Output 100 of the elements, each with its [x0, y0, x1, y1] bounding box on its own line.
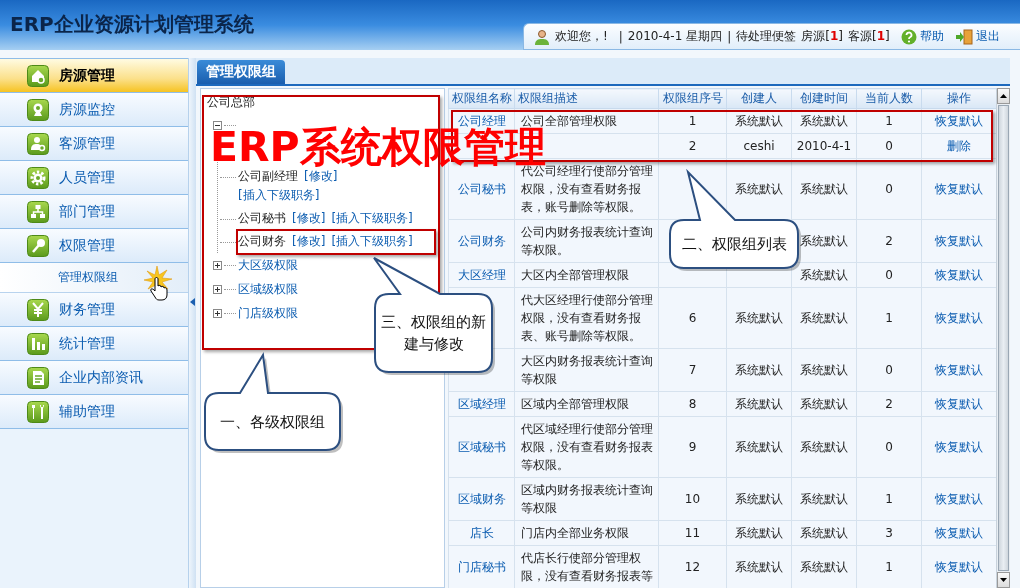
sidebar-item[interactable]: 财务管理: [0, 293, 188, 327]
org-chart-icon: [27, 200, 49, 223]
table-cell: 系统默认: [791, 545, 857, 588]
collapse-arrow-icon: [190, 298, 195, 306]
column-header: 权限组序号: [658, 88, 727, 109]
table-cell: 门店内全部业务权限: [514, 520, 659, 546]
sidebar-subitem[interactable]: 管理权限组: [0, 263, 188, 293]
table-cell: 1: [856, 477, 922, 521]
help-icon: [900, 28, 917, 45]
scroll-thumb[interactable]: [998, 105, 1009, 571]
sidebar-item[interactable]: 企业内部资讯: [0, 361, 188, 395]
table-cell: 系统默认: [726, 416, 792, 478]
exit-icon: [954, 28, 973, 45]
table-cell: 12: [658, 545, 727, 588]
tree-node[interactable]: 公司财务: [238, 232, 286, 251]
sidebar-item[interactable]: 房源监控: [0, 93, 188, 127]
table-cell: 系统默认: [791, 348, 857, 392]
action-link[interactable]: [修改]: [304, 167, 338, 186]
table-cell: 大区内全部管理权限: [514, 262, 659, 288]
expander-icon[interactable]: [213, 260, 222, 270]
help-link[interactable]: 帮助: [900, 28, 944, 45]
action-link[interactable]: 恢复默认: [935, 440, 983, 454]
table-cell: 0: [856, 416, 922, 478]
tree-node[interactable]: 大区级权限: [238, 256, 298, 274]
action-link[interactable]: [插入下级职务]: [331, 232, 413, 251]
expander-icon[interactable]: [213, 120, 222, 130]
column-header: 权限组名称: [448, 88, 515, 109]
person-icon: [27, 132, 49, 155]
callout-text: 二、权限组列表: [680, 234, 788, 255]
notes-label: 待处理便签: [736, 28, 797, 45]
column-header: 创建人: [726, 88, 792, 109]
table-cell: 2: [856, 219, 922, 263]
scroll-down-button[interactable]: [997, 572, 1010, 588]
column-header: 创建时间: [791, 88, 857, 109]
column-header: 当前人数: [856, 88, 922, 109]
sidebar-item[interactable]: 房源管理: [0, 59, 188, 93]
separator-text: |: [727, 29, 732, 44]
separator-text: |: [618, 29, 623, 44]
logout-link[interactable]: 退出: [954, 28, 1000, 45]
table-cell: 系统默认: [791, 416, 857, 478]
up-arrow-icon: [1000, 94, 1007, 98]
key-icon: [27, 234, 49, 257]
webcam-icon: [27, 98, 49, 121]
action-link[interactable]: [插入下级职务]: [238, 186, 320, 205]
table-cell: 代区域经理行使部分管理权限，没有查看财务报表等权限。: [514, 416, 659, 478]
table-cell: 9: [658, 416, 727, 478]
tree-node[interactable]: 公司副经理: [238, 167, 298, 186]
sidebar-item[interactable]: 部门管理: [0, 195, 188, 229]
table-cell: 公司内财务报表统计查询等权限。: [514, 219, 659, 263]
tree-node[interactable]: 区域级权限: [238, 280, 298, 298]
group-name-link[interactable]: 区域秘书: [457, 440, 506, 454]
note-link[interactable]: 房源[1]: [801, 28, 843, 45]
table-cell: 0: [856, 158, 922, 220]
table-cell: 6: [658, 287, 727, 349]
sidebar-item[interactable]: 统计管理: [0, 327, 188, 361]
expander-icon[interactable]: [213, 308, 222, 318]
tab[interactable]: 管理权限组: [197, 60, 285, 84]
table-cell: 系统默认: [726, 477, 792, 521]
action-link[interactable]: [插入下级职务]: [331, 209, 413, 228]
greeting-text: 欢迎您，!: [555, 28, 608, 45]
sidebar-item[interactable]: 权限管理: [0, 229, 188, 263]
action-link[interactable]: 删除: [947, 139, 971, 153]
table-cell: 系统默认: [791, 477, 857, 521]
app-title: ERP企业资源计划管理系统: [10, 11, 254, 38]
group-name-link[interactable]: 公司秘书: [457, 182, 506, 196]
action-link[interactable]: [修改]: [292, 209, 326, 228]
table-cell: 10: [658, 477, 727, 521]
date-text: 2010-4-1 星期四: [627, 28, 723, 45]
scrollbar[interactable]: [996, 88, 1010, 588]
scroll-up-button[interactable]: [997, 88, 1010, 104]
table-cell: 系统默认: [791, 287, 857, 349]
sidebar-item[interactable]: 客源管理: [0, 127, 188, 161]
table-cell: 系统默认: [726, 348, 792, 392]
table-cell: 代店长行使部分管理权限，没有查看财务报表等: [514, 545, 659, 588]
action-link[interactable]: [修改]: [292, 232, 326, 251]
action-link[interactable]: 恢复默认: [935, 311, 983, 325]
expander-icon[interactable]: [213, 284, 222, 294]
action-link[interactable]: 恢复默认: [935, 182, 983, 196]
sidebar-item[interactable]: 人员管理: [0, 161, 188, 195]
tree-node[interactable]: 门店级权限: [238, 304, 298, 322]
sidebar-item[interactable]: 辅助管理: [0, 395, 188, 429]
table-cell: 系统默认: [726, 545, 792, 588]
column-header: 权限组描述: [514, 88, 659, 109]
tools-icon: [27, 400, 49, 423]
tree-node[interactable]: 公司秘书: [238, 209, 286, 228]
yen-icon: [27, 298, 49, 321]
table-cell: 1: [856, 545, 922, 588]
callout-text: 三、权限组的新建与修改: [381, 312, 486, 355]
column-header: 操作: [921, 88, 996, 109]
table-cell: 7: [658, 348, 727, 392]
tree-node[interactable]: 公司总部: [207, 92, 444, 113]
table-cell: 大区内财务报表统计查询等权限: [514, 348, 659, 392]
table-cell: 区域内全部管理权限: [514, 391, 659, 417]
gear-icon: [27, 166, 49, 189]
table-cell: 代大区经理行使部分管理权限，没有查看财务报表、账号删除等权限。: [514, 287, 659, 349]
bar-chart-icon: [27, 332, 49, 355]
table-cell: 0: [856, 348, 922, 392]
callout-text: 一、各级权限组: [219, 411, 326, 433]
note-link[interactable]: 客源[1]: [847, 28, 890, 45]
down-arrow-icon: [1000, 578, 1007, 582]
